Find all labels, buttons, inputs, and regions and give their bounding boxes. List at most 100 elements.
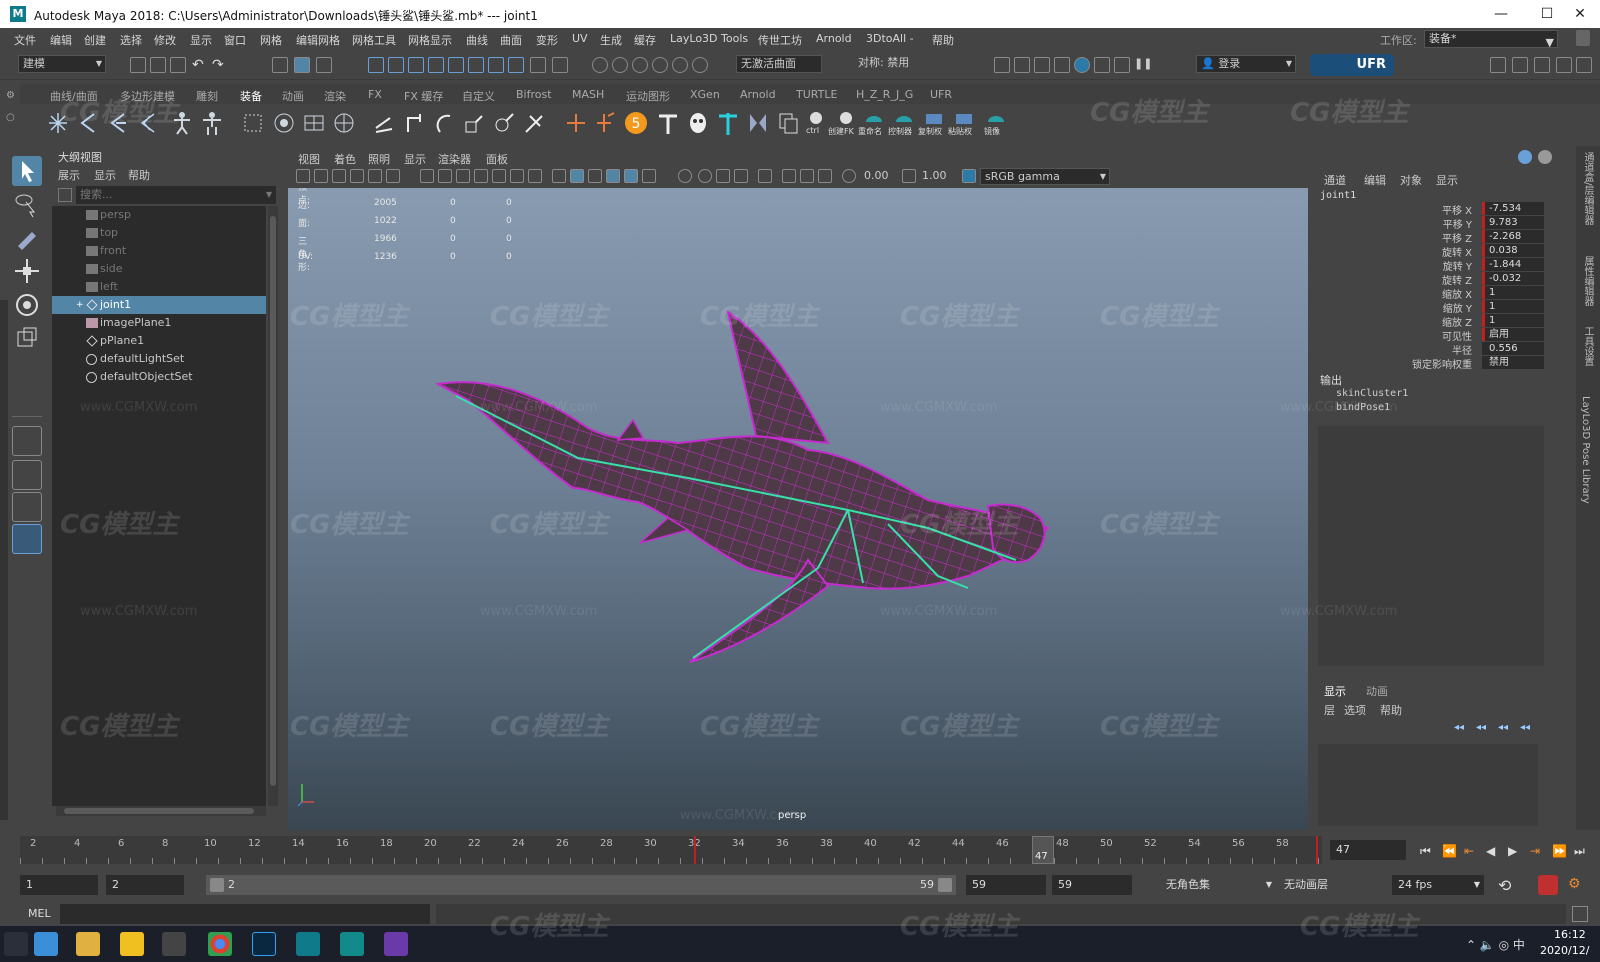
mask-icon[interactable] [686, 110, 710, 136]
step-forward-key-icon[interactable]: ⇥ [1530, 844, 1540, 858]
move-tool-icon[interactable] [12, 256, 42, 286]
grease-pencil-icon[interactable] [386, 169, 400, 183]
menu-chuanshi[interactable]: 传世工坊 [758, 32, 802, 48]
rotate-tool-icon[interactable] [12, 290, 42, 320]
gate-mask-icon[interactable] [474, 169, 488, 183]
menu-display[interactable]: 显示 [190, 32, 212, 48]
joint-cyan-icon[interactable] [716, 110, 740, 136]
snap-live-icon[interactable] [468, 57, 484, 73]
outliner-menu-help[interactable]: 帮助 [128, 167, 150, 183]
ik-handle-icon[interactable] [76, 110, 100, 136]
scrollbar-thumb[interactable] [270, 216, 276, 786]
joint-tool-icon[interactable] [46, 110, 70, 136]
channel-menu-edit[interactable]: 编辑 [1364, 172, 1386, 188]
range-end-handle[interactable] [938, 878, 952, 892]
textured-icon[interactable] [624, 169, 638, 183]
new-layer-selected-icon[interactable]: ◂◂ [1520, 722, 1536, 736]
new-layer-icon[interactable]: ◂◂ [1498, 722, 1514, 736]
channel-box-icon[interactable] [1576, 57, 1592, 73]
hammerhead-shark-mesh[interactable] [288, 188, 1308, 830]
layer-tab-animation[interactable]: 动画 [1366, 683, 1388, 699]
add-joint-icon[interactable] [564, 110, 588, 136]
redo-icon[interactable]: ↷ [212, 57, 228, 73]
current-time-indicator[interactable]: 47 [1032, 836, 1054, 864]
display-settings-icon[interactable] [1054, 57, 1070, 73]
channel-menu-show[interactable]: 显示 [1436, 172, 1458, 188]
gamma-icon[interactable] [902, 169, 916, 183]
attr-rotate-x[interactable]: 旋转 X 0.038 [1314, 244, 1600, 259]
output-node-skincluster[interactable]: skinCluster1 [1336, 388, 1408, 399]
shelf-tab-hzrjg[interactable]: H_Z_R_J_G [856, 88, 913, 101]
character-controls-icon[interactable] [1512, 57, 1528, 73]
shadows-icon[interactable] [678, 169, 692, 183]
mirror-weights-icon[interactable] [746, 110, 770, 136]
shelf-tab-sculpt[interactable]: 雕刻 [196, 88, 218, 104]
play-forwards-icon[interactable]: ▶ [1508, 844, 1517, 858]
snap-edge-icon[interactable] [488, 57, 504, 73]
maya-taskbar-icon[interactable] [296, 932, 320, 956]
expand-panel-icon[interactable] [1558, 150, 1572, 164]
range-start-handle[interactable] [210, 878, 224, 892]
channel-menu-object[interactable]: 对象 [1400, 172, 1422, 188]
attr-value[interactable]: 0.556 [1482, 342, 1544, 355]
render-frame-icon[interactable] [612, 57, 628, 73]
menu-uv[interactable]: UV [572, 32, 588, 45]
shelf-options-icon[interactable]: ⚙ ○ [6, 90, 16, 136]
attr-rotate-z[interactable]: 旋转 Z -0.032 [1314, 272, 1600, 287]
ipr-render-icon[interactable] [632, 57, 648, 73]
menu-edit[interactable]: 编辑 [50, 32, 72, 48]
outliner-item-front[interactable]: front [52, 242, 266, 260]
snap-surface-icon[interactable] [448, 57, 464, 73]
open-scene-icon[interactable] [150, 57, 166, 73]
clock-time[interactable]: 16:12 [1554, 928, 1586, 941]
quick-rig-icon[interactable] [200, 110, 224, 136]
constraint-pole-icon[interactable] [522, 110, 546, 136]
constraint-scale-icon[interactable] [462, 110, 486, 136]
outliner-item-top[interactable]: top [52, 224, 266, 242]
shelf-tab-rendering[interactable]: 渲染 [324, 88, 346, 104]
outliner-item-defaultobjectset[interactable]: defaultObjectSet [52, 368, 266, 386]
snap-pivot-icon[interactable] [508, 57, 524, 73]
lattice-icon[interactable] [302, 110, 326, 136]
step-back-frame-icon[interactable]: ⏪ [1442, 844, 1457, 858]
paint-select-icon[interactable] [12, 222, 42, 252]
attr-value[interactable]: 1 [1482, 300, 1544, 313]
layer-tab-display[interactable]: 显示 [1324, 683, 1346, 699]
command-language-label[interactable]: MEL [28, 907, 51, 920]
attr-translate-x[interactable]: 平移 X -7.534 [1314, 202, 1600, 217]
humanik-icon[interactable] [170, 110, 194, 136]
channel-box-toggle-icon[interactable] [1518, 150, 1532, 164]
shelf-tab-motion-graphics[interactable]: 运动图形 [626, 88, 670, 104]
shelf-tab-curves[interactable]: 曲线/曲面 [50, 88, 98, 104]
lock-icon[interactable] [1576, 30, 1590, 46]
menu-mesh-display[interactable]: 网格显示 [408, 32, 452, 48]
viewport-menu-shading[interactable]: 着色 [334, 151, 356, 167]
use-all-lights-icon[interactable] [642, 169, 656, 183]
attr-value[interactable]: 启用 [1482, 328, 1544, 341]
save-scene-icon[interactable] [170, 57, 186, 73]
attr-scale-z[interactable]: 缩放 Z 1 [1314, 314, 1600, 329]
playback-end-field[interactable]: 59 [966, 875, 1046, 895]
move-layer-down-icon[interactable]: ◂◂ [1476, 722, 1492, 736]
photoshop-icon[interactable] [252, 932, 276, 956]
anim-prefs-icon[interactable]: ⚙ [1568, 876, 1581, 892]
chrome-icon[interactable] [208, 932, 232, 956]
backface-culling-icon[interactable] [818, 169, 832, 183]
layer-menu-help[interactable]: 帮助 [1380, 702, 1402, 718]
tool-settings-icon[interactable] [1556, 57, 1572, 73]
menu-file[interactable]: 文件 [14, 32, 36, 48]
attr-scale-x[interactable]: 缩放 X 1 [1314, 286, 1600, 301]
exposure-field[interactable]: 0.00 [860, 168, 900, 185]
pause-icon[interactable]: ❚❚ [1134, 57, 1152, 73]
new-scene-icon[interactable] [130, 57, 146, 73]
play-backwards-icon[interactable]: ◀ [1486, 844, 1495, 858]
current-frame-field[interactable]: 47 [1330, 840, 1406, 860]
attr-translate-z[interactable]: 平移 Z -2.268 [1314, 230, 1600, 245]
outliner-item-joint1[interactable]: + joint1 [52, 296, 266, 314]
xray-icon[interactable] [782, 169, 796, 183]
wireframe-on-shaded-icon[interactable] [606, 169, 620, 183]
undo-icon[interactable]: ↶ [192, 57, 208, 73]
start-menu-icon[interactable] [4, 932, 28, 956]
shelf-tab-xgen[interactable]: XGen [690, 88, 720, 101]
layer-menu-options[interactable]: 选项 [1344, 702, 1366, 718]
